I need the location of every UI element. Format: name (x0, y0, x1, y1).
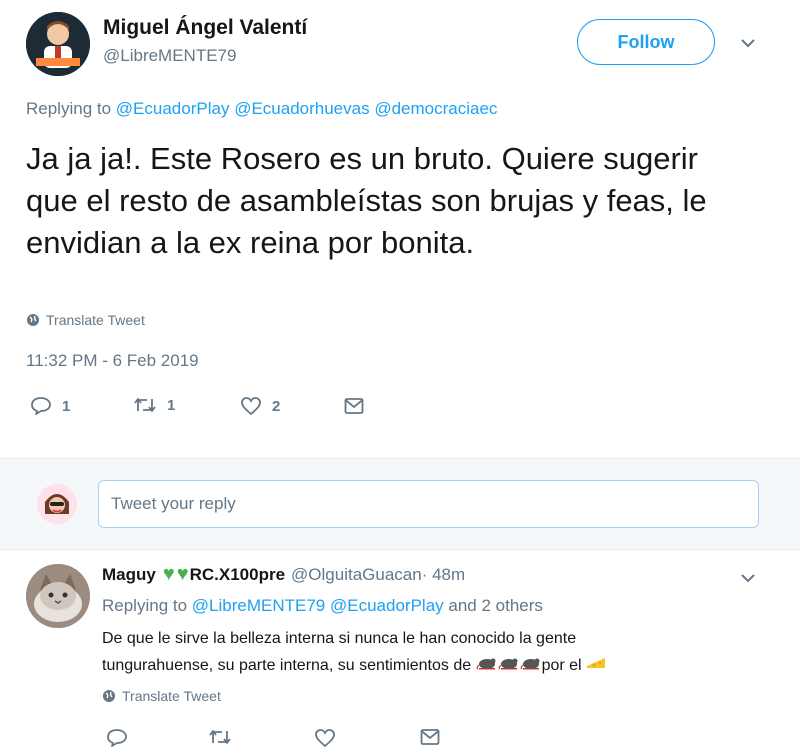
reply-tweet: Maguy ♥ ♥ RC.X100pre @OlguitaGuacan · 48… (0, 550, 800, 756)
avatar[interactable] (26, 12, 90, 76)
like-button[interactable]: 2 (240, 396, 280, 416)
translate-label: Translate Tweet (46, 312, 145, 328)
mention-link[interactable]: @Ecuadorhuevas (234, 99, 369, 118)
reply-count: 1 (62, 397, 71, 415)
like-button[interactable] (314, 728, 336, 753)
cheese-emoji (586, 657, 606, 674)
chevron-down-icon[interactable] (738, 33, 758, 53)
reply-text-tail: por el (541, 657, 582, 674)
globe-icon (103, 690, 115, 702)
follow-button[interactable]: Follow (577, 19, 715, 65)
reply-author-line: Maguy ♥ ♥ RC.X100pre @OlguitaGuacan · 48… (102, 563, 465, 586)
retweet-icon (134, 398, 156, 412)
replying-prefix: Replying to (26, 99, 112, 118)
reply-button[interactable] (106, 728, 128, 753)
others-link[interactable]: and 2 others (448, 596, 543, 615)
retweet-count: 1 (167, 396, 176, 414)
rat-emoji (476, 652, 498, 678)
timestamp[interactable]: 11:32 PM - 6 Feb 2019 (26, 351, 199, 371)
replying-to: Replying to @EcuadorPlay @Ecuadorhuevas … (26, 99, 497, 119)
reply-author-name-suffix[interactable]: RC.X100pre (190, 565, 285, 585)
green-heart-emoji: ♥ (162, 563, 175, 585)
envelope-icon (344, 398, 364, 414)
mention-link[interactable]: @EcuadorPlay (330, 596, 444, 615)
avatar[interactable] (37, 484, 77, 524)
rat-emoji (520, 652, 542, 678)
direct-message-button[interactable] (420, 728, 440, 751)
mention-link[interactable]: @LibreMENTE79 (192, 596, 325, 615)
replying-to: Replying to @LibreMENTE79 @EcuadorPlay a… (102, 596, 543, 616)
heart-icon (241, 397, 261, 416)
retweet-icon (209, 730, 231, 744)
heart-icon (315, 729, 335, 748)
main-tweet: Miguel Ángel Valentí @LibreMENTE79 Follo… (0, 0, 800, 458)
translate-label: Translate Tweet (122, 688, 221, 704)
direct-message-button[interactable] (344, 397, 364, 415)
translate-tweet-link[interactable]: Translate Tweet (102, 688, 221, 704)
reply-time[interactable]: · 48m (422, 565, 465, 585)
retweet-button[interactable]: 1 (133, 396, 175, 414)
envelope-icon (420, 729, 440, 745)
green-heart-emoji: ♥ (176, 563, 189, 585)
author-handle[interactable]: @LibreMENTE79 (103, 46, 236, 66)
mention-link[interactable]: @democraciaec (374, 99, 497, 118)
reply-tweet-text: De que le sirve la belleza interna si nu… (102, 626, 742, 679)
retweet-button[interactable] (208, 728, 232, 751)
reply-input[interactable] (98, 480, 759, 528)
reply-icon (107, 729, 127, 747)
replying-prefix: Replying to (102, 596, 188, 615)
reply-author-name[interactable]: Maguy (102, 565, 156, 585)
reply-button[interactable]: 1 (30, 396, 70, 416)
globe-icon (27, 314, 39, 326)
reply-author-handle[interactable]: @OlguitaGuacan (291, 565, 422, 585)
tweet-text: Ja ja ja!. Este Rosero es un bruto. Quie… (26, 141, 707, 260)
like-count: 2 (272, 397, 281, 415)
reply-text-line: tungurahuense, su parte interna, su sent… (102, 657, 472, 674)
reply-composer (0, 458, 800, 550)
chevron-down-icon[interactable] (738, 568, 758, 588)
reply-text-line: De que le sirve la belleza interna si nu… (102, 630, 577, 647)
mention-link[interactable]: @EcuadorPlay (116, 99, 230, 118)
rat-emoji (498, 652, 520, 678)
translate-tweet-link[interactable]: Translate Tweet (26, 312, 145, 328)
avatar[interactable] (26, 564, 90, 628)
author-name[interactable]: Miguel Ángel Valentí (103, 16, 307, 40)
reply-icon (31, 397, 51, 415)
